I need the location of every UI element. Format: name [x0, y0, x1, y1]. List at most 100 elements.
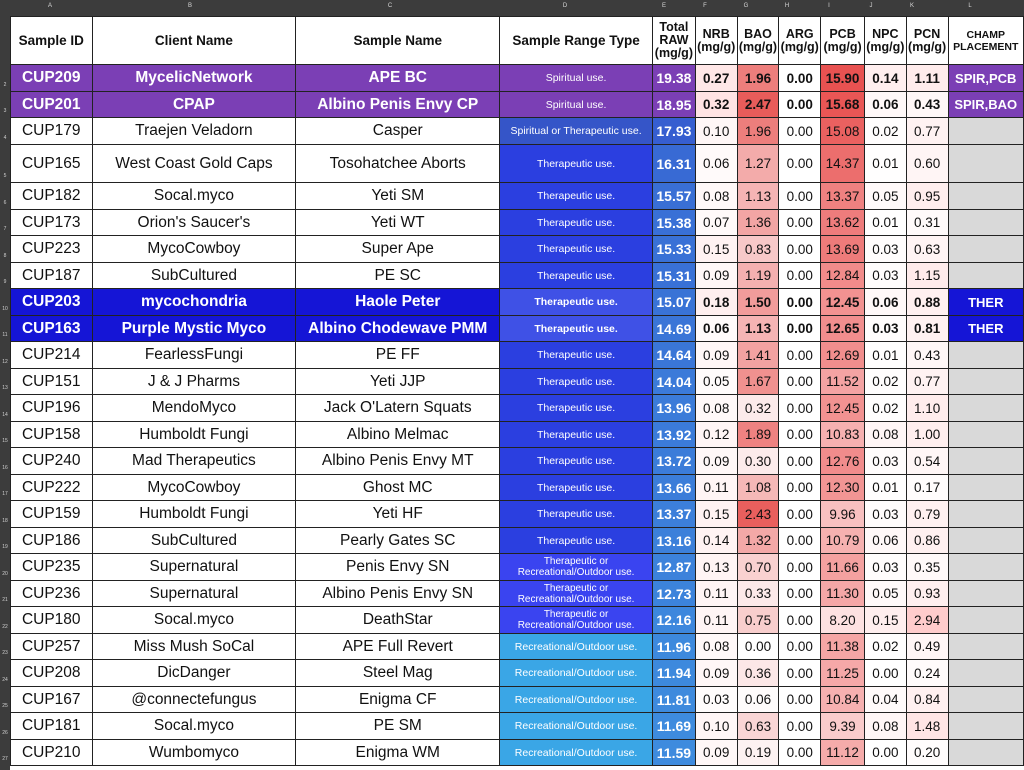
total-raw-cell[interactable]: 15.31 [652, 262, 696, 289]
bao-cell[interactable]: 2.43 [736, 500, 780, 528]
sample-range-type-cell[interactable]: Therapeutic use. [499, 447, 653, 475]
pcn-cell[interactable]: 1.11 [905, 64, 949, 92]
pcb-cell[interactable]: 11.30 [820, 580, 865, 607]
champ-placement-cell[interactable] [947, 553, 1024, 581]
row-number[interactable]: 23 [0, 650, 10, 656]
nrb-cell[interactable]: 0.09 [694, 447, 738, 475]
nrb-cell[interactable]: 0.32 [694, 91, 738, 118]
bao-cell[interactable]: 1.27 [736, 144, 780, 183]
sample-name-cell[interactable]: PE FF [295, 341, 501, 369]
sample-range-type-cell[interactable]: Therapeutic use. [499, 368, 653, 395]
sample-id-cell[interactable]: CUP181 [10, 712, 93, 740]
pcb-cell[interactable]: 10.84 [820, 686, 865, 713]
sample-name-cell[interactable]: PE SM [295, 712, 501, 740]
pcb-cell[interactable]: 8.20 [820, 606, 865, 634]
total-raw-cell[interactable]: 12.16 [652, 606, 696, 634]
nrb-cell[interactable]: 0.10 [694, 117, 738, 145]
total-raw-cell[interactable]: 14.69 [652, 315, 696, 342]
table-row[interactable]: CUP209 MycelicNetwork APE BC Spiritual use.… [10, 64, 1024, 92]
bao-cell[interactable]: 0.32 [736, 394, 780, 422]
sample-name-cell[interactable]: Albino Penis Envy SN [295, 580, 501, 607]
sample-id-cell[interactable]: CUP208 [10, 659, 93, 687]
table-row[interactable]: CUP222 MycoCowboy Ghost MC Therapeutic use.… [10, 474, 1024, 501]
pcn-cell[interactable]: 0.88 [905, 288, 949, 316]
total-raw-cell[interactable]: 15.57 [652, 182, 696, 210]
pcb-cell[interactable]: 11.38 [820, 633, 865, 660]
column-letter[interactable]: K [902, 3, 922, 9]
total-raw-cell[interactable]: 11.59 [652, 739, 696, 766]
column-letter[interactable]: H [777, 3, 797, 9]
arg-cell[interactable]: 0.00 [778, 421, 822, 448]
champ-placement-cell[interactable] [947, 209, 1024, 236]
sample-name-cell[interactable]: Super Ape [295, 235, 501, 263]
pcb-cell[interactable]: 11.25 [820, 659, 865, 687]
client-name-cell[interactable]: Miss Mush SoCal [91, 633, 297, 660]
champ-placement-cell[interactable] [947, 394, 1024, 422]
header-npc[interactable]: NPC (mg/g) [863, 16, 907, 65]
sample-id-cell[interactable]: CUP167 [10, 686, 93, 713]
bao-cell[interactable]: 0.00 [736, 633, 780, 660]
bao-cell[interactable]: 0.83 [736, 235, 780, 263]
pcb-cell[interactable]: 11.52 [820, 368, 865, 395]
total-raw-cell[interactable]: 12.73 [652, 580, 696, 607]
row-number[interactable]: 2 [0, 82, 10, 88]
bao-cell[interactable]: 1.13 [736, 182, 780, 210]
sample-id-cell[interactable]: CUP222 [10, 474, 93, 501]
sample-id-cell[interactable]: CUP158 [10, 421, 93, 448]
pcn-cell[interactable]: 0.43 [905, 91, 949, 118]
pcn-cell[interactable]: 0.31 [905, 209, 949, 236]
bao-cell[interactable]: 2.47 [736, 91, 780, 118]
sample-id-cell[interactable]: CUP196 [10, 394, 93, 422]
column-letter[interactable]: J [861, 3, 881, 9]
client-name-cell[interactable]: DicDanger [91, 659, 297, 687]
arg-cell[interactable]: 0.00 [778, 262, 822, 289]
pcn-cell[interactable]: 0.43 [905, 341, 949, 369]
row-number[interactable]: 15 [0, 438, 10, 444]
sample-range-type-cell[interactable]: Therapeutic use. [499, 474, 653, 501]
npc-cell[interactable]: 0.06 [863, 288, 907, 316]
sample-id-cell[interactable]: CUP203 [10, 288, 93, 316]
client-name-cell[interactable]: Supernatural [91, 553, 297, 581]
total-raw-cell[interactable]: 13.92 [652, 421, 696, 448]
table-row[interactable]: CUP203 mycochondria Haole Peter Therapeutic… [10, 288, 1024, 316]
champ-placement-cell[interactable] [947, 527, 1024, 554]
champ-placement-cell[interactable]: THER [947, 288, 1024, 316]
sample-name-cell[interactable]: Albino Melmac [295, 421, 501, 448]
arg-cell[interactable]: 0.00 [778, 341, 822, 369]
champ-placement-cell[interactable] [947, 368, 1024, 395]
header-client-name[interactable]: Client Name [91, 16, 297, 65]
table-row[interactable]: CUP187 SubCultured PE SC Therapeutic use. 15… [10, 262, 1024, 289]
nrb-cell[interactable]: 0.12 [694, 421, 738, 448]
header-total-raw[interactable]: Total RAW (mg/g) [652, 16, 696, 65]
npc-cell[interactable]: 0.05 [863, 580, 907, 607]
row-number[interactable]: 12 [0, 359, 10, 365]
pcn-cell[interactable]: 0.24 [905, 659, 949, 687]
nrb-cell[interactable]: 0.27 [694, 64, 738, 92]
champ-placement-cell[interactable] [947, 580, 1024, 607]
npc-cell[interactable]: 0.04 [863, 686, 907, 713]
sample-id-cell[interactable]: CUP187 [10, 262, 93, 289]
sample-name-cell[interactable]: Haole Peter [295, 288, 501, 316]
pcb-cell[interactable]: 12.84 [820, 262, 865, 289]
row-number[interactable]: 8 [0, 253, 10, 259]
client-name-cell[interactable]: FearlessFungi [91, 341, 297, 369]
table-row[interactable]: CUP179 Traejen Veladorn Casper Spiritual or… [10, 117, 1024, 145]
client-name-cell[interactable]: Wumbomyco [91, 739, 297, 766]
table-row[interactable]: CUP236 Supernatural Albino Penis Envy SN Th… [10, 580, 1024, 607]
champ-placement-cell[interactable]: SPIR,BAO [947, 91, 1024, 118]
header-bao[interactable]: BAO (mg/g) [736, 16, 780, 65]
pcn-cell[interactable]: 0.95 [905, 182, 949, 210]
sample-range-type-cell[interactable]: Therapeutic use. [499, 288, 653, 316]
sample-range-type-cell[interactable]: Therapeutic use. [499, 500, 653, 528]
sample-id-cell[interactable]: CUP159 [10, 500, 93, 528]
table-row[interactable]: CUP196 MendoMyco Jack O'Latern Squats Thera… [10, 394, 1024, 422]
total-raw-cell[interactable]: 11.81 [652, 686, 696, 713]
pcb-cell[interactable]: 12.65 [820, 315, 865, 342]
sample-id-cell[interactable]: CUP180 [10, 606, 93, 634]
bao-cell[interactable]: 0.36 [736, 659, 780, 687]
bao-cell[interactable]: 1.41 [736, 341, 780, 369]
table-row[interactable]: CUP163 Purple Mystic Myco Albino Chodewave… [10, 315, 1024, 342]
client-name-cell[interactable]: Humboldt Fungi [91, 500, 297, 528]
total-raw-cell[interactable]: 17.93 [652, 117, 696, 145]
arg-cell[interactable]: 0.00 [778, 64, 822, 92]
